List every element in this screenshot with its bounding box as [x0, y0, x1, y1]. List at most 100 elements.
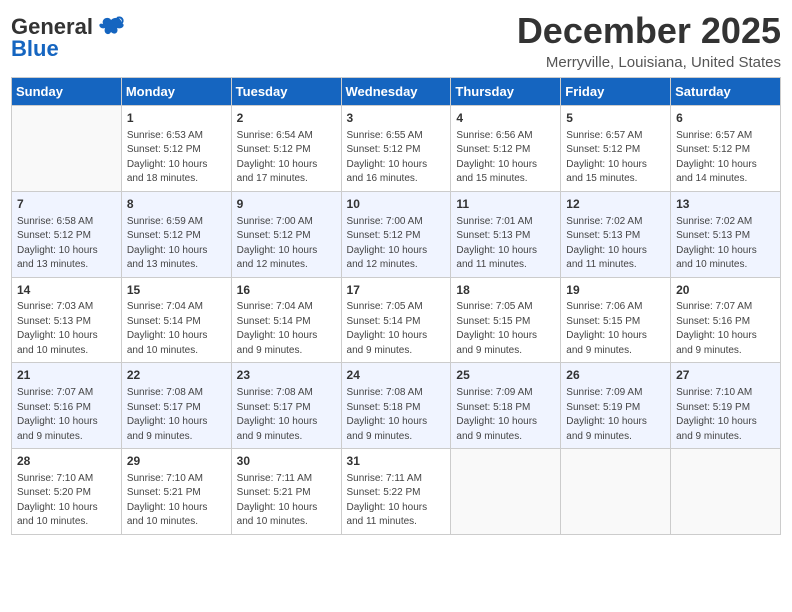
day-number: 20	[676, 282, 775, 299]
days-of-week-row: SundayMondayTuesdayWednesdayThursdayFrid…	[12, 78, 781, 106]
page-container: General Blue December 2025 Merryville, L…	[11, 10, 781, 535]
calendar-cell: 22Sunrise: 7:08 AM Sunset: 5:17 PM Dayli…	[121, 363, 231, 449]
day-info: Sunrise: 7:11 AM Sunset: 5:22 PM Dayligh…	[347, 472, 446, 530]
day-number: 31	[347, 453, 446, 470]
day-of-week-header: Wednesday	[341, 78, 451, 106]
calendar-cell: 8Sunrise: 6:59 AM Sunset: 5:12 PM Daylig…	[121, 191, 231, 277]
calendar-week-row: 7Sunrise: 6:58 AM Sunset: 5:12 PM Daylig…	[12, 191, 781, 277]
day-info: Sunrise: 6:56 AM Sunset: 5:12 PM Dayligh…	[456, 129, 555, 187]
calendar-cell: 1 Sunrise: 6:53 AM Sunset: 5:12 PM Daylig…	[121, 106, 231, 192]
day-of-week-header: Monday	[121, 78, 231, 106]
calendar-table: SundayMondayTuesdayWednesdayThursdayFrid…	[11, 77, 781, 535]
day-number: 29	[127, 453, 226, 470]
calendar-cell: 17Sunrise: 7:05 AM Sunset: 5:14 PM Dayli…	[341, 277, 451, 363]
calendar-cell: 11Sunrise: 7:01 AM Sunset: 5:13 PM Dayli…	[451, 191, 561, 277]
calendar-body: 1 Sunrise: 6:53 AM Sunset: 5:12 PM Daylig…	[12, 106, 781, 535]
day-of-week-header: Friday	[561, 78, 671, 106]
calendar-cell: 7Sunrise: 6:58 AM Sunset: 5:12 PM Daylig…	[12, 191, 122, 277]
calendar-cell: 18Sunrise: 7:05 AM Sunset: 5:15 PM Dayli…	[451, 277, 561, 363]
day-number: 12	[566, 196, 665, 213]
day-info: Sunrise: 7:05 AM Sunset: 5:15 PM Dayligh…	[456, 300, 555, 358]
day-number: 13	[676, 196, 775, 213]
page-header: General Blue December 2025 Merryville, L…	[11, 10, 781, 71]
title-section: December 2025 Merryville, Louisiana, Uni…	[517, 10, 781, 71]
day-number: 19	[566, 282, 665, 299]
day-info: Sunrise: 7:04 AM Sunset: 5:14 PM Dayligh…	[127, 300, 226, 358]
calendar-cell: 21Sunrise: 7:07 AM Sunset: 5:16 PM Dayli…	[12, 363, 122, 449]
day-number: 30	[237, 453, 336, 470]
day-info: Sunrise: 7:00 AM Sunset: 5:12 PM Dayligh…	[237, 215, 336, 273]
location-text: Merryville, Louisiana, United States	[517, 54, 781, 71]
day-number: 1	[127, 110, 226, 127]
calendar-cell: 26 Sunrise: 7:09 AM Sunset: 5:19 PM Dayli…	[561, 363, 671, 449]
calendar-cell: 20Sunrise: 7:07 AM Sunset: 5:16 PM Dayli…	[671, 277, 781, 363]
day-info: Sunrise: 6:54 AM Sunset: 5:12 PM Dayligh…	[237, 129, 336, 187]
day-info: Sunrise: 7:04 AM Sunset: 5:14 PM Dayligh…	[237, 300, 336, 358]
day-info: Sunrise: 7:02 AM Sunset: 5:13 PM Dayligh…	[566, 215, 665, 273]
calendar-cell: 19Sunrise: 7:06 AM Sunset: 5:15 PM Dayli…	[561, 277, 671, 363]
logo-bird-icon	[97, 16, 125, 38]
day-number: 26	[566, 367, 665, 384]
calendar-week-row: 21Sunrise: 7:07 AM Sunset: 5:16 PM Dayli…	[12, 363, 781, 449]
calendar-cell: 10 Sunrise: 7:00 AM Sunset: 5:12 PM Dayli…	[341, 191, 451, 277]
month-title: December 2025	[517, 10, 781, 52]
day-info: Sunrise: 6:57 AM Sunset: 5:12 PM Dayligh…	[676, 129, 775, 187]
day-number: 25	[456, 367, 555, 384]
day-number: 3	[347, 110, 446, 127]
day-of-week-header: Thursday	[451, 78, 561, 106]
day-info: Sunrise: 7:03 AM Sunset: 5:13 PM Dayligh…	[17, 300, 116, 358]
calendar-cell: 31 Sunrise: 7:11 AM Sunset: 5:22 PM Dayli…	[341, 449, 451, 535]
day-number: 2	[237, 110, 336, 127]
day-number: 14	[17, 282, 116, 299]
day-number: 4	[456, 110, 555, 127]
day-number: 8	[127, 196, 226, 213]
day-info: Sunrise: 7:02 AM Sunset: 5:13 PM Dayligh…	[676, 215, 775, 273]
day-info: Sunrise: 7:09 AM Sunset: 5:19 PM Dayligh…	[566, 386, 665, 444]
calendar-week-row: 14Sunrise: 7:03 AM Sunset: 5:13 PM Dayli…	[12, 277, 781, 363]
calendar-week-row: 28 Sunrise: 7:10 AM Sunset: 5:20 PM Dayli…	[12, 449, 781, 535]
day-info: Sunrise: 7:06 AM Sunset: 5:15 PM Dayligh…	[566, 300, 665, 358]
calendar-cell: 14Sunrise: 7:03 AM Sunset: 5:13 PM Dayli…	[12, 277, 122, 363]
day-info: Sunrise: 7:09 AM Sunset: 5:18 PM Dayligh…	[456, 386, 555, 444]
day-info: Sunrise: 7:01 AM Sunset: 5:13 PM Dayligh…	[456, 215, 555, 273]
day-number: 28	[17, 453, 116, 470]
calendar-cell	[451, 449, 561, 535]
day-info: Sunrise: 7:07 AM Sunset: 5:16 PM Dayligh…	[676, 300, 775, 358]
calendar-cell: 25 Sunrise: 7:09 AM Sunset: 5:18 PM Dayli…	[451, 363, 561, 449]
day-number: 6	[676, 110, 775, 127]
calendar-cell: 30 Sunrise: 7:11 AM Sunset: 5:21 PM Dayli…	[231, 449, 341, 535]
day-number: 27	[676, 367, 775, 384]
calendar-cell: 16Sunrise: 7:04 AM Sunset: 5:14 PM Dayli…	[231, 277, 341, 363]
calendar-cell	[12, 106, 122, 192]
day-info: Sunrise: 6:58 AM Sunset: 5:12 PM Dayligh…	[17, 215, 116, 273]
day-info: Sunrise: 7:07 AM Sunset: 5:16 PM Dayligh…	[17, 386, 116, 444]
calendar-cell: 15Sunrise: 7:04 AM Sunset: 5:14 PM Dayli…	[121, 277, 231, 363]
day-info: Sunrise: 7:11 AM Sunset: 5:21 PM Dayligh…	[237, 472, 336, 530]
calendar-cell	[561, 449, 671, 535]
calendar-cell: 3 Sunrise: 6:55 AM Sunset: 5:12 PM Daylig…	[341, 106, 451, 192]
calendar-cell: 6 Sunrise: 6:57 AM Sunset: 5:12 PM Daylig…	[671, 106, 781, 192]
day-info: Sunrise: 7:08 AM Sunset: 5:17 PM Dayligh…	[237, 386, 336, 444]
day-info: Sunrise: 7:10 AM Sunset: 5:19 PM Dayligh…	[676, 386, 775, 444]
calendar-week-row: 1 Sunrise: 6:53 AM Sunset: 5:12 PM Daylig…	[12, 106, 781, 192]
day-number: 23	[237, 367, 336, 384]
calendar-cell: 9Sunrise: 7:00 AM Sunset: 5:12 PM Daylig…	[231, 191, 341, 277]
day-of-week-header: Saturday	[671, 78, 781, 106]
day-number: 17	[347, 282, 446, 299]
calendar-cell	[671, 449, 781, 535]
day-info: Sunrise: 6:53 AM Sunset: 5:12 PM Dayligh…	[127, 129, 226, 187]
day-number: 10	[347, 196, 446, 213]
day-info: Sunrise: 6:55 AM Sunset: 5:12 PM Dayligh…	[347, 129, 446, 187]
day-info: Sunrise: 7:10 AM Sunset: 5:21 PM Dayligh…	[127, 472, 226, 530]
day-of-week-header: Sunday	[12, 78, 122, 106]
day-number: 18	[456, 282, 555, 299]
day-of-week-header: Tuesday	[231, 78, 341, 106]
day-info: Sunrise: 7:08 AM Sunset: 5:18 PM Dayligh…	[347, 386, 446, 444]
calendar-cell: 12 Sunrise: 7:02 AM Sunset: 5:13 PM Dayli…	[561, 191, 671, 277]
day-info: Sunrise: 7:00 AM Sunset: 5:12 PM Dayligh…	[347, 215, 446, 273]
calendar-cell: 5Sunrise: 6:57 AM Sunset: 5:12 PM Daylig…	[561, 106, 671, 192]
calendar-cell: 23 Sunrise: 7:08 AM Sunset: 5:17 PM Dayli…	[231, 363, 341, 449]
day-info: Sunrise: 6:57 AM Sunset: 5:12 PM Dayligh…	[566, 129, 665, 187]
day-info: Sunrise: 7:10 AM Sunset: 5:20 PM Dayligh…	[17, 472, 116, 530]
logo: General Blue	[11, 10, 125, 62]
